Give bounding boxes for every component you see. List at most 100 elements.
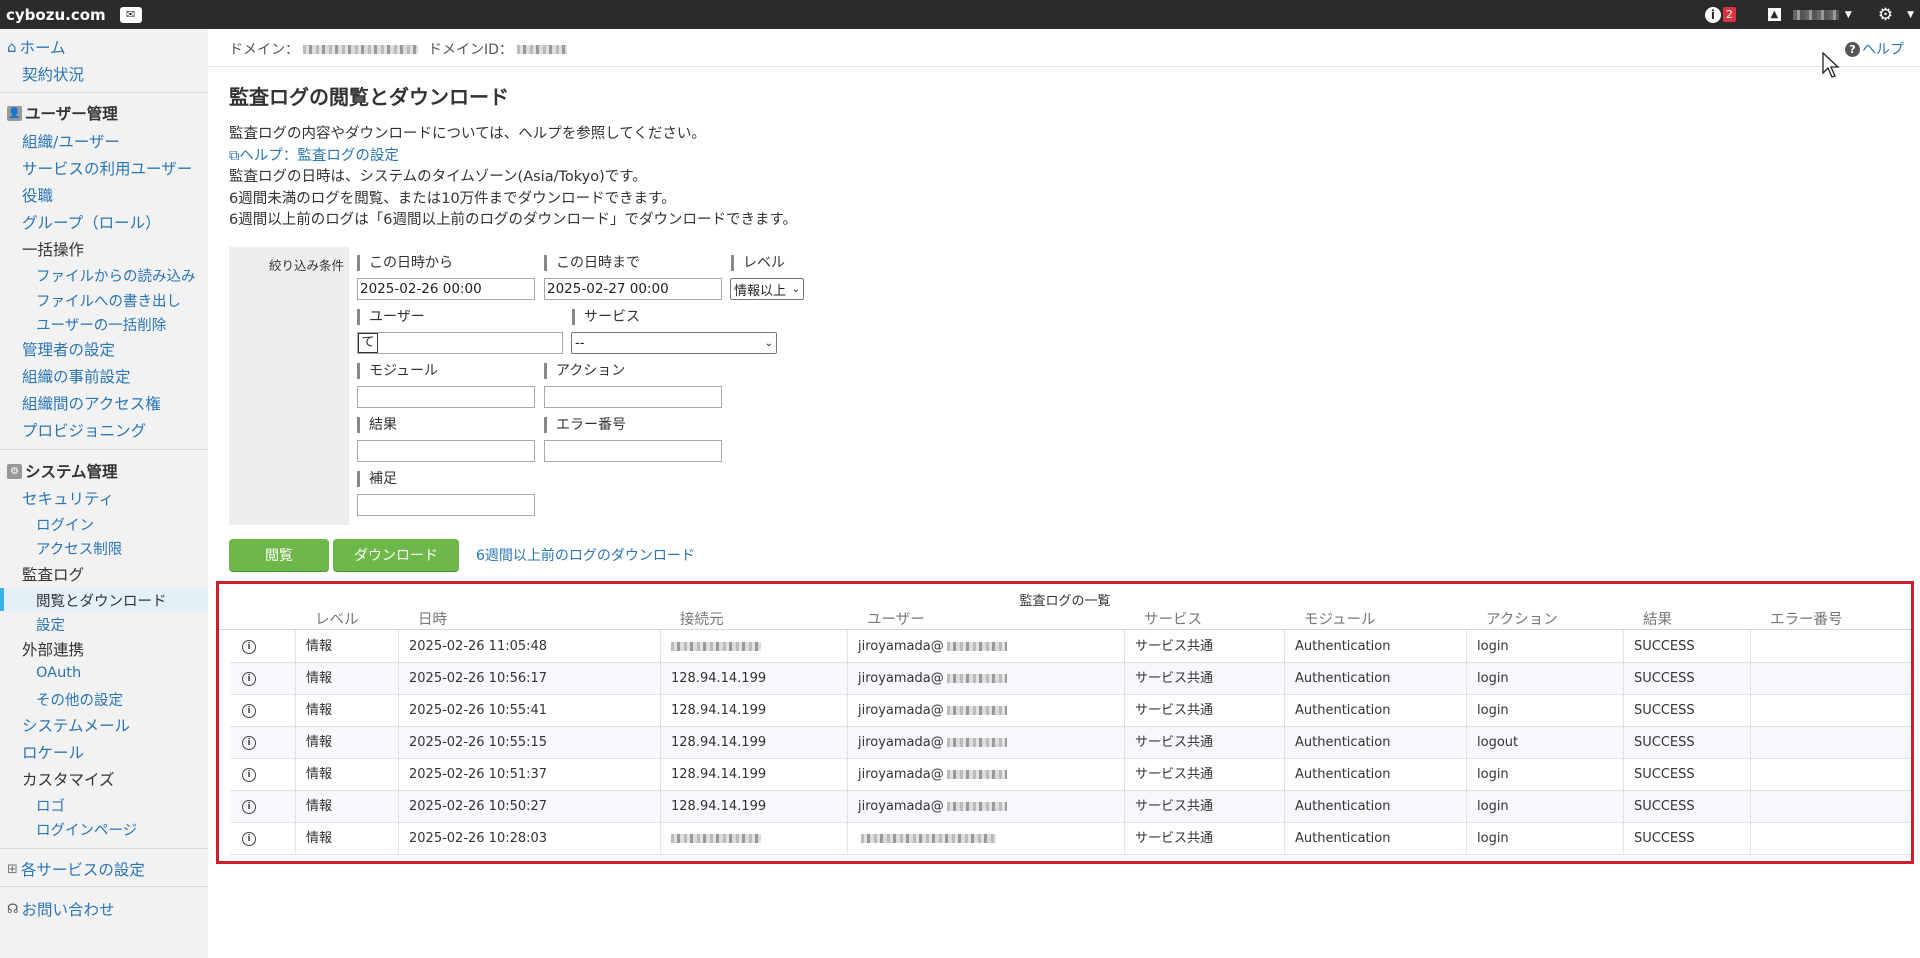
cell-level: 情報 — [295, 727, 332, 759]
cell-error — [1750, 727, 1761, 759]
col-module[interactable]: モジュール — [1304, 608, 1376, 629]
service-select[interactable]: -- ⌄ — [571, 332, 777, 354]
divider — [208, 66, 1920, 67]
sidebar-item-security[interactable]: セキュリティ — [0, 487, 208, 509]
info-icon[interactable]: i — [242, 736, 256, 750]
col-service[interactable]: サービス — [1144, 608, 1202, 629]
cell-source: 128.94.14.199 — [660, 759, 766, 791]
sidebar-item-login[interactable]: ログイン — [0, 514, 208, 535]
from-date-input[interactable] — [357, 278, 535, 300]
col-error[interactable]: エラー番号 — [1770, 608, 1843, 629]
sidebar-item-import[interactable]: ファイルからの読み込み — [0, 265, 208, 286]
sidebar-item-locale[interactable]: ロケール — [0, 741, 208, 763]
table-row: i 情報 2025-02-26 11:05:48 jiroyamada@ サービス共通 A… — [230, 631, 1911, 663]
cell-source — [660, 823, 761, 855]
user-input[interactable]: て — [357, 332, 563, 354]
col-level[interactable]: レベル — [315, 608, 359, 629]
sidebar-item-access-restriction[interactable]: アクセス制限 — [0, 538, 208, 559]
sidebar-item-org-presets[interactable]: 組織の事前設定 — [0, 365, 208, 387]
cell-result: SUCCESS — [1623, 823, 1695, 855]
divider — [0, 449, 208, 450]
view-button[interactable]: 閲覧 — [229, 539, 329, 571]
cell-datetime: 2025-02-26 10:55:41 — [398, 695, 547, 727]
sidebar-item-groups[interactable]: グループ（ロール） — [0, 211, 208, 233]
to-date-input[interactable] — [544, 278, 722, 300]
download-button[interactable]: ダウンロード — [333, 539, 459, 571]
module-input[interactable] — [357, 386, 535, 408]
sidebar-item-login-page[interactable]: ログインページ — [0, 819, 208, 840]
info-icon[interactable]: i — [1704, 6, 1721, 23]
gear-icon[interactable]: ⚙ — [1878, 5, 1893, 25]
sidebar-item-provisioning[interactable]: プロビジョニング — [0, 419, 208, 441]
sidebar-item-home[interactable]: ⌂ ホーム — [7, 36, 66, 58]
col-action[interactable]: アクション — [1486, 608, 1558, 629]
notification-badge[interactable]: 2 — [1722, 7, 1736, 22]
cell-error — [1750, 823, 1761, 855]
help-link[interactable]: ? ヘルプ — [1845, 39, 1904, 59]
redacted-user — [861, 834, 996, 843]
chevron-down-icon[interactable]: ▼ — [1907, 10, 1914, 20]
redacted-user — [946, 642, 1007, 651]
info-icon[interactable]: i — [242, 640, 256, 654]
info-icon[interactable]: i — [242, 832, 256, 846]
service-icon[interactable]: ✉ — [119, 6, 142, 23]
sidebar-item-service-users[interactable]: サービスの利用ユーザー — [0, 157, 208, 179]
action-input[interactable] — [544, 386, 722, 408]
user-label: ユーザー — [357, 309, 425, 325]
result-input[interactable] — [357, 440, 535, 462]
sidebar-item-export[interactable]: ファイルへの書き出し — [0, 290, 208, 311]
cell-result: SUCCESS — [1623, 759, 1695, 791]
cell-source: 128.94.14.199 — [660, 695, 766, 727]
cell-user: jiroyamada@ — [847, 759, 1007, 791]
old-logs-download-link[interactable]: 6週間以上前のログのダウンロード — [476, 545, 695, 565]
sidebar-item-bulk-delete[interactable]: ユーザーの一括削除 — [0, 314, 208, 335]
sidebar-item-contract[interactable]: 契約状況 — [0, 63, 208, 85]
cell-module: Authentication — [1284, 695, 1390, 727]
col-user[interactable]: ユーザー — [867, 608, 925, 629]
headset-icon: ☊ — [7, 901, 19, 917]
filter-panel: 絞り込み条件 この日時から この日時まで レベル 情報以上 ⌄ ユーザー て サー… — [229, 247, 804, 525]
sidebar-item-other-settings[interactable]: その他の設定 — [0, 689, 208, 710]
sidebar-item-logo[interactable]: ロゴ — [0, 795, 208, 816]
sidebar-item-org-access[interactable]: 組織間のアクセス権 — [0, 392, 208, 414]
info-icon[interactable]: i — [242, 672, 256, 686]
sidebar-item-audit-settings[interactable]: 設定 — [0, 614, 208, 635]
sidebar-item-service-settings[interactable]: ⊞ 各サービスの設定 — [0, 858, 208, 880]
sidebar-item-system-mail[interactable]: システムメール — [0, 714, 208, 736]
cell-level: 情報 — [295, 759, 332, 791]
user-menu[interactable]: ▲ ▼ — [1767, 0, 1852, 29]
sidebar-item-oauth[interactable]: OAuth — [0, 665, 208, 681]
top-bar: cybozu.com ✉ i 2 ▲ ▼ ⚙ ▼ — [0, 0, 1920, 29]
col-result[interactable]: 結果 — [1643, 608, 1672, 629]
info-icon[interactable]: i — [242, 800, 256, 814]
info-icon[interactable]: i — [242, 768, 256, 782]
help-icon: ? — [1845, 41, 1860, 57]
sidebar-item-admins[interactable]: 管理者の設定 — [0, 338, 208, 360]
description-line: 監査ログの日時は、システムのタイムゾーン(Asia/Tokyo)です。 — [229, 169, 647, 185]
user-text: jiroyamada@ — [858, 767, 944, 782]
sidebar-item-view-download[interactable]: 閲覧とダウンロード — [0, 590, 208, 611]
cell-datetime: 2025-02-26 10:56:17 — [398, 663, 547, 695]
sidebar-item-contact[interactable]: ☊ お問い合わせ — [0, 898, 208, 920]
redacted-source — [671, 834, 761, 843]
description-line: 6週間以上前のログは「6週間以上前のログのダウンロード」でダウンロードできます。 — [229, 212, 797, 228]
page-title: 監査ログの閲覧とダウンロード — [229, 85, 509, 109]
sidebar-item-external: 外部連携 — [22, 641, 85, 659]
logo[interactable]: cybozu.com — [0, 6, 106, 24]
cell-result: SUCCESS — [1623, 631, 1695, 663]
sidebar-item-positions[interactable]: 役職 — [0, 184, 208, 206]
note-label: 補足 — [357, 471, 397, 487]
user-text: jiroyamada@ — [858, 703, 944, 718]
sidebar-item-bulk: 一括操作 — [22, 241, 85, 259]
table-row: i 情報 2025-02-26 10:50:27 128.94.14.199 jiroy… — [230, 791, 1911, 823]
sidebar-item-org-users[interactable]: 組織/ユーザー — [0, 130, 208, 152]
col-datetime[interactable]: 日時 — [418, 608, 447, 629]
col-source[interactable]: 接続元 — [680, 608, 724, 629]
error-number-input[interactable] — [544, 440, 722, 462]
cell-user: jiroyamada@ — [847, 695, 1007, 727]
level-select[interactable]: 情報以上 ⌄ — [730, 278, 804, 300]
info-icon[interactable]: i — [242, 704, 256, 718]
help-audit-log-link[interactable]: ⧉ヘルプ：監査ログの設定 — [229, 148, 399, 164]
note-input[interactable] — [357, 494, 535, 516]
cell-action: login — [1466, 759, 1509, 791]
